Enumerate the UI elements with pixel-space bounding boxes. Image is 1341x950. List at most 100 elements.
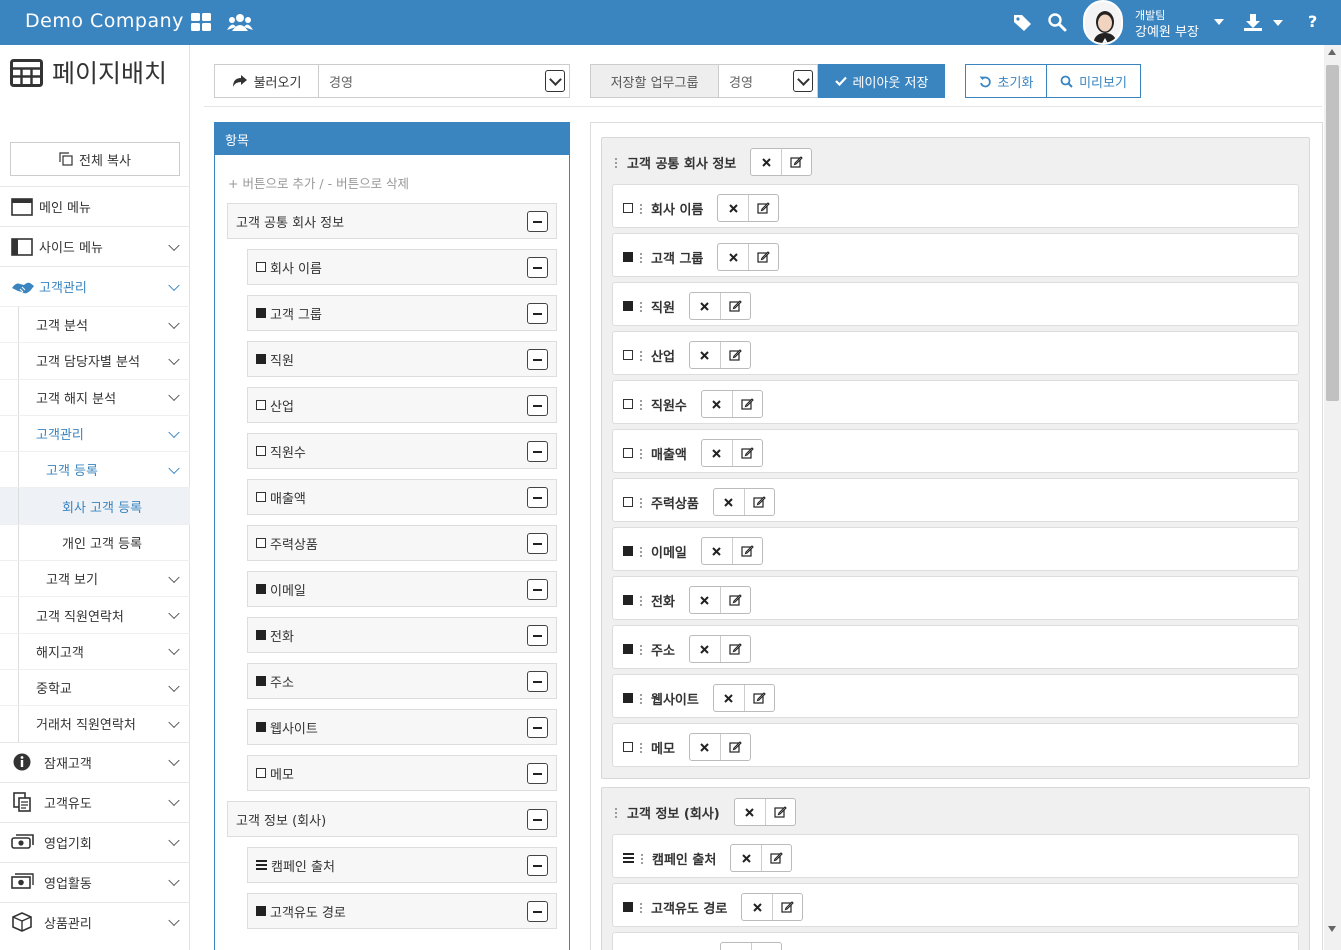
edit-button[interactable] xyxy=(743,685,774,711)
help-icon[interactable]: ? xyxy=(1308,12,1317,31)
sidebar-item-0[interactable]: 메인 메뉴 xyxy=(0,186,190,226)
delete-x-button[interactable] xyxy=(731,845,761,871)
sidebar-item-2[interactable]: 고객관리 xyxy=(0,266,190,306)
sidebar-item-18[interactable]: 영업활동 xyxy=(0,861,190,902)
delete-x-button[interactable] xyxy=(721,943,751,950)
remove-minus-button[interactable] xyxy=(527,349,548,370)
remove-minus-button[interactable] xyxy=(527,257,548,278)
sidebar-item-16[interactable]: 고객유도 xyxy=(0,781,190,822)
drag-handle-icon[interactable] xyxy=(639,447,643,459)
edit-button[interactable] xyxy=(731,440,762,466)
delete-x-button[interactable] xyxy=(718,244,748,270)
delete-x-button[interactable] xyxy=(702,440,732,466)
tags-icon[interactable] xyxy=(1012,12,1034,32)
edit-button[interactable] xyxy=(731,538,762,564)
layout-field[interactable]: 산업 xyxy=(612,331,1299,375)
remove-minus-button[interactable] xyxy=(527,809,548,830)
sidebar-item-9[interactable]: 개인 고객 등록 xyxy=(0,523,190,561)
remove-minus-button[interactable] xyxy=(527,487,548,508)
remove-minus-button[interactable] xyxy=(527,303,548,324)
sidebar-item-13[interactable]: 중학교 xyxy=(0,668,190,706)
remove-minus-button[interactable] xyxy=(527,441,548,462)
delete-x-button[interactable] xyxy=(714,685,744,711)
remove-minus-button[interactable] xyxy=(527,763,548,784)
delete-x-button[interactable] xyxy=(702,391,732,417)
remove-minus-button[interactable] xyxy=(527,211,548,232)
delete-x-button[interactable] xyxy=(690,636,720,662)
load-select[interactable]: 경영 xyxy=(318,64,570,98)
drag-handle-icon[interactable] xyxy=(614,156,618,168)
layout-group[interactable]: 고객 정보 (회사) 캠페인 출처고객유도 경로접촉된 IP xyxy=(601,787,1310,950)
sidebar-item-5[interactable]: 고객 해지 분석 xyxy=(0,378,190,415)
edit-button[interactable] xyxy=(719,636,750,662)
layout-field[interactable]: 회사 이름 xyxy=(612,184,1299,228)
layout-field[interactable]: 주소 xyxy=(612,625,1299,669)
sidebar-item-12[interactable]: 해지고객 xyxy=(0,632,190,669)
caret-down-icon[interactable] xyxy=(1213,18,1225,26)
edit-button[interactable] xyxy=(764,799,795,825)
grid-apps-icon[interactable] xyxy=(190,12,212,32)
download-caret-icon[interactable] xyxy=(1272,19,1284,27)
delete-x-button[interactable] xyxy=(735,799,765,825)
remove-minus-button[interactable] xyxy=(527,717,548,738)
layout-field[interactable]: 이메일 xyxy=(612,527,1299,571)
layout-field[interactable]: 접촉된 IP xyxy=(612,932,1299,950)
group-header[interactable]: 고객 공통 회사 정보 xyxy=(614,148,813,176)
download-icon[interactable] xyxy=(1242,12,1264,32)
edit-button[interactable] xyxy=(748,244,778,270)
layout-field[interactable]: 주력상품 xyxy=(612,478,1299,522)
brand-name[interactable]: Demo Company xyxy=(25,10,184,32)
sidebar-item-19[interactable]: 상품관리 xyxy=(0,901,190,942)
sidebar-item-11[interactable]: 고객 직원연락처 xyxy=(0,596,190,633)
remove-minus-button[interactable] xyxy=(527,901,548,922)
remove-minus-button[interactable] xyxy=(527,395,548,416)
page-scrollbar[interactable] xyxy=(1324,45,1341,950)
drag-handle-icon[interactable] xyxy=(614,806,618,818)
edit-button[interactable] xyxy=(772,894,802,920)
drag-handle-icon[interactable] xyxy=(639,901,643,913)
layout-field[interactable]: 매출액 xyxy=(612,429,1299,473)
drag-handle-icon[interactable] xyxy=(639,643,643,655)
delete-x-button[interactable] xyxy=(714,489,744,515)
delete-x-button[interactable] xyxy=(742,894,772,920)
edit-button[interactable] xyxy=(719,342,750,368)
users-icon[interactable] xyxy=(227,12,253,32)
edit-button[interactable] xyxy=(761,845,791,871)
remove-minus-button[interactable] xyxy=(527,533,548,554)
drag-handle-icon[interactable] xyxy=(639,349,643,361)
drag-handle-icon[interactable] xyxy=(639,594,643,606)
edit-button[interactable] xyxy=(731,391,762,417)
drag-handle-icon[interactable] xyxy=(639,251,643,263)
layout-field[interactable]: 고객유도 경로 xyxy=(612,883,1299,927)
edit-button[interactable] xyxy=(719,587,750,613)
reset-button[interactable]: 초기화 xyxy=(965,64,1047,98)
sidebar-item-7[interactable]: 고객 등록 xyxy=(0,451,190,488)
save-group-select[interactable]: 경영 xyxy=(718,64,818,98)
layout-field[interactable]: 캠페인 출처 xyxy=(612,834,1299,878)
load-button[interactable]: 불러오기 xyxy=(214,64,319,98)
drag-handle-icon[interactable] xyxy=(639,545,643,557)
layout-field[interactable]: 직원 xyxy=(612,282,1299,326)
scroll-down-icon[interactable] xyxy=(1328,926,1336,932)
preview-button[interactable]: 미리보기 xyxy=(1046,64,1141,98)
sidebar-item-10[interactable]: 고객 보기 xyxy=(0,560,190,597)
copy-all-button[interactable]: 전체 복사 xyxy=(10,142,180,176)
delete-x-button[interactable] xyxy=(751,149,781,175)
edit-button[interactable] xyxy=(743,489,774,515)
drag-handle-icon[interactable] xyxy=(639,398,643,410)
delete-x-button[interactable] xyxy=(690,342,720,368)
sidebar-item-17[interactable]: 영업기회 xyxy=(0,821,190,862)
remove-minus-button[interactable] xyxy=(527,671,548,692)
sidebar-item-14[interactable]: 거래처 직원연락처 xyxy=(0,705,190,742)
edit-button[interactable] xyxy=(750,943,781,950)
drag-handle-icon[interactable] xyxy=(639,300,643,312)
scroll-thumb[interactable] xyxy=(1326,65,1339,401)
edit-button[interactable] xyxy=(748,195,778,221)
scroll-up-icon[interactable] xyxy=(1328,49,1336,55)
sidebar-item-6[interactable]: 고객관리 xyxy=(0,414,190,452)
delete-x-button[interactable] xyxy=(702,538,732,564)
layout-field[interactable]: 전화 xyxy=(612,576,1299,620)
sidebar-item-8[interactable]: 회사 고객 등록 xyxy=(0,487,190,524)
edit-button[interactable] xyxy=(719,293,750,319)
delete-x-button[interactable] xyxy=(690,293,720,319)
